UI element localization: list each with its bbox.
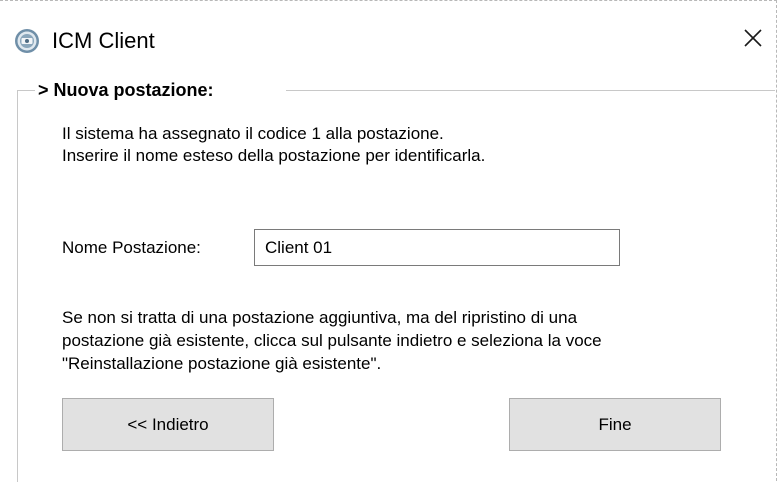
station-name-input[interactable] (254, 229, 620, 266)
dialog-window: ICM Client > Nuova postazione: Il sistem… (0, 0, 777, 482)
note-line-1: Se non si tratta di una postazione aggiu… (62, 308, 578, 327)
window-title: ICM Client (52, 28, 155, 53)
title-bar: ICM Client (0, 1, 777, 54)
close-icon (743, 28, 763, 53)
groupbox-border (286, 90, 775, 91)
note-line-2: postazione già esistente, clicca sul pul… (62, 331, 602, 350)
groupbox-title: > Nuova postazione: (38, 80, 214, 100)
finish-button[interactable]: Fine (509, 398, 721, 451)
station-name-label: Nome Postazione: (62, 238, 201, 257)
back-button[interactable]: << Indietro (62, 398, 274, 451)
close-button[interactable] (735, 23, 771, 57)
icm-app-icon (14, 28, 40, 54)
intro-line-1: Il sistema ha assegnato il codice 1 alla… (62, 124, 444, 143)
groupbox-border (17, 90, 35, 91)
groupbox-border (17, 90, 18, 482)
note-line-3: "Reinstallazione postazione già esistent… (62, 354, 382, 373)
intro-line-2: Inserire il nome esteso della postazione… (62, 146, 486, 165)
